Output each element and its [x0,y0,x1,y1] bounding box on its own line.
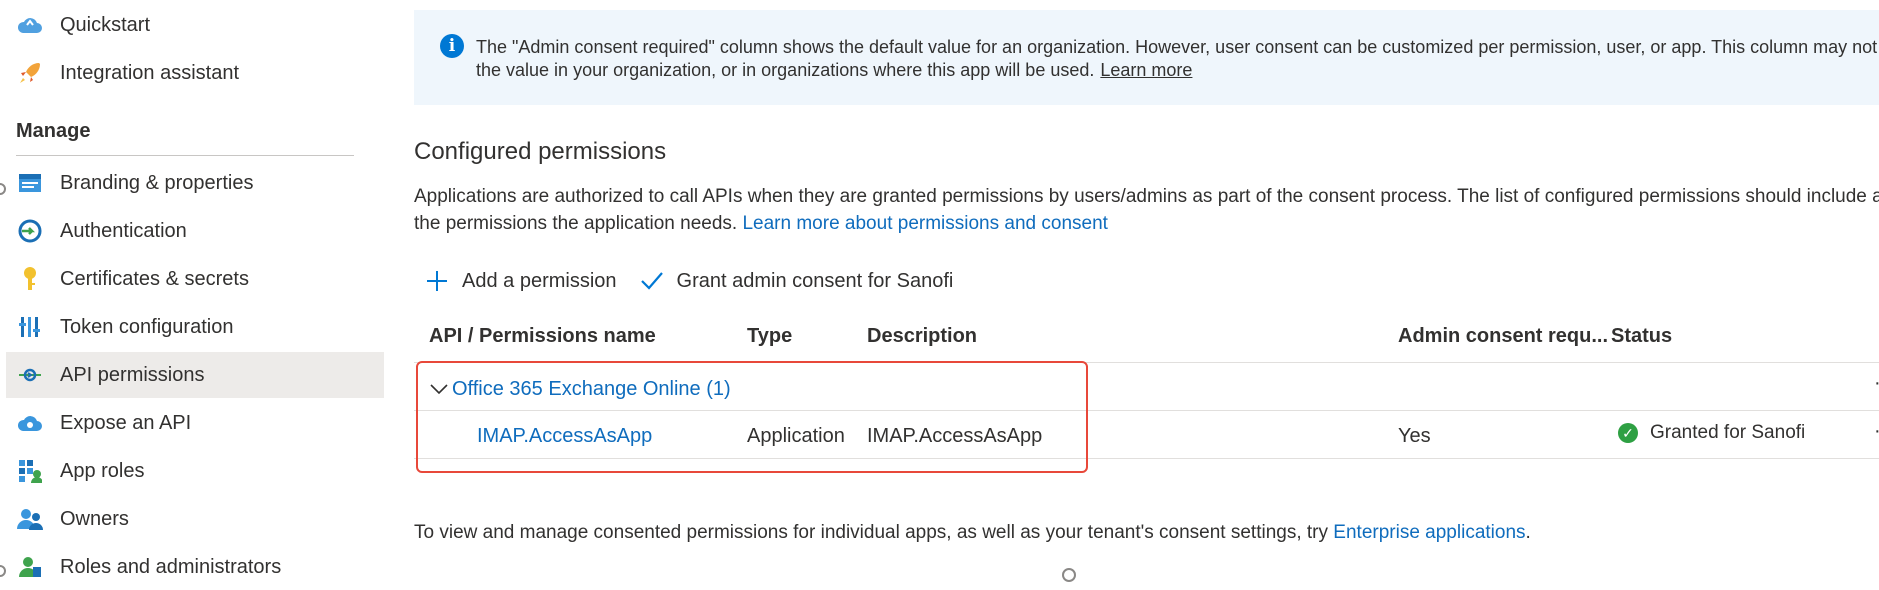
column-header-name[interactable]: API / Permissions name [429,325,656,348]
sidebar-item-label: Expose an API [60,411,192,434]
token-bars-icon [16,313,44,341]
divider [16,155,354,156]
sidebar-item-token-configuration[interactable]: Token configuration [6,304,384,350]
sidebar-item-certificates[interactable]: Certificates & secrets [6,256,384,302]
add-permission-button[interactable]: Add a permission [424,268,617,294]
sidebar-item-label: Branding & properties [60,171,254,194]
permissions-consent-link[interactable]: Learn more about permissions and consent [742,213,1107,234]
sidebar-item-roles-administrators[interactable]: Roles and administrators [6,544,384,590]
branding-icon [16,169,44,197]
success-check-icon: ✓ [1618,423,1638,443]
info-banner: i The "Admin consent required" column sh… [414,10,1879,105]
sidebar-item-label: Roles and administrators [60,555,282,578]
grant-admin-consent-button[interactable]: Grant admin consent for Sanofi [639,268,954,294]
sidebar-item-api-permissions[interactable]: API permissions [6,352,384,398]
api-permissions-icon [16,361,44,389]
sidebar-item-branding[interactable]: Branding & properties [6,160,384,206]
cloud-quickstart-icon [16,11,44,39]
main-content: i The "Admin consent required" column sh… [384,0,1879,582]
manage-section-heading: Manage [16,120,91,142]
sidebar-item-owners[interactable]: Owners [6,496,384,542]
sidebar-item-quickstart[interactable]: Quickstart [6,2,384,48]
plus-icon [424,268,450,294]
column-header-admin-consent[interactable]: Admin consent requ... [1398,325,1608,348]
footer-suffix: . [1525,522,1531,543]
resize-handle[interactable] [1062,568,1076,582]
roles-admin-icon [16,553,44,581]
footer-note: To view and manage consented permissions… [414,522,1531,544]
sidebar-item-label: Owners [60,507,129,530]
learn-more-link[interactable]: Learn more [1100,60,1192,80]
app-roles-grid-icon [16,457,44,485]
sidebar-item-label: Authentication [60,219,187,242]
configured-permissions-description: Applications are authorized to call APIs… [414,183,1879,237]
info-icon: i [440,34,464,58]
configured-permissions-title: Configured permissions [414,138,667,165]
sidebar-item-label: API permissions [60,363,205,386]
expose-api-cloud-icon [16,409,44,437]
sidebar-item-label: Integration assistant [60,61,239,84]
sidebar-item-label: Token configuration [60,315,234,338]
sidebar-item-label: App roles [60,459,145,482]
highlight-annotation-box [416,361,1088,473]
checkmark-icon [639,268,665,294]
sidebar-item-app-roles[interactable]: App roles [6,448,384,494]
sidebar-item-integration-assistant[interactable]: Integration assistant [6,50,384,96]
status-text: Granted for Sanofi [1650,422,1806,443]
admin-consent-value: Yes [1398,425,1431,447]
column-header-type[interactable]: Type [747,325,792,348]
description-text: Applications are authorized to call APIs… [414,186,1879,234]
info-banner-text: The "Admin consent required" column show… [476,36,1879,82]
column-header-status[interactable]: Status [1611,325,1672,348]
sidebar-item-authentication[interactable]: Authentication [6,208,384,254]
sidebar-item-expose-api[interactable]: Expose an API [6,400,384,446]
command-bar: Add a permission Grant admin consent for… [424,268,975,294]
more-options-icon[interactable]: · [1874,420,1879,443]
more-options-icon[interactable]: · [1874,372,1879,395]
left-nav-sidebar: Quickstart Integration assistant Manage … [0,0,384,578]
owners-people-icon [16,505,44,533]
sidebar-item-label: Quickstart [60,13,151,36]
rocket-icon [16,59,44,87]
enterprise-applications-link[interactable]: Enterprise applications [1333,522,1525,543]
status-badge: ✓ Granted for Sanofi [1618,422,1805,444]
footer-text: To view and manage consented permissions… [414,522,1329,543]
sidebar-item-label: Certificates & secrets [60,267,249,290]
key-icon [16,265,44,293]
column-header-description[interactable]: Description [867,325,977,348]
add-permission-label: Add a permission [462,269,617,292]
authentication-icon [16,217,44,245]
grant-consent-label: Grant admin consent for Sanofi [676,269,954,292]
